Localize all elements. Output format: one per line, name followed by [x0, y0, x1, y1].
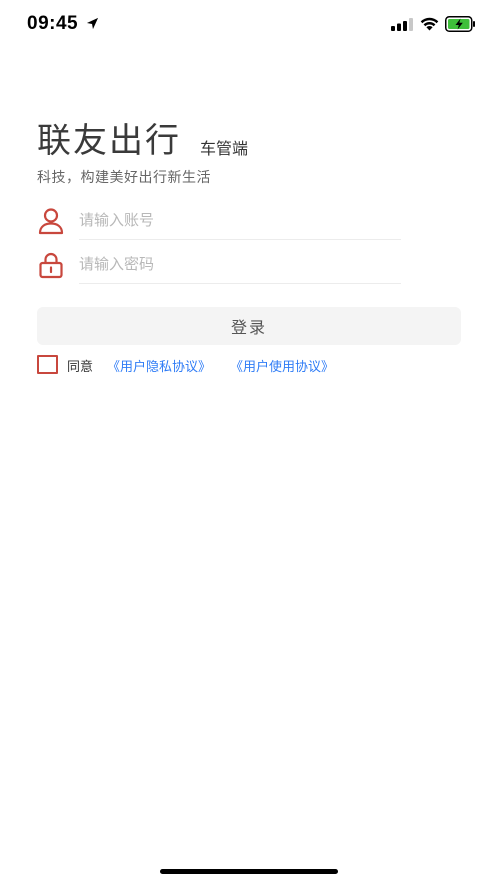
user-icon	[38, 208, 64, 235]
battery-charging-icon	[445, 16, 475, 32]
login-screen: 09:45 联友出行 车管端 科技，构建美好出行新生活 请输入账号 登录 同意 …	[0, 0, 497, 883]
status-bar: 09:45	[0, 0, 497, 48]
lock-icon	[39, 252, 63, 279]
password-input[interactable]	[79, 244, 401, 284]
app-subtitle: 车管端	[200, 139, 249, 158]
wifi-icon	[420, 17, 439, 31]
status-time: 09:45	[27, 13, 79, 34]
user-agreement-link[interactable]: 《用户使用协议》	[230, 356, 334, 375]
username-input[interactable]	[79, 200, 401, 240]
privacy-agreement-link[interactable]: 《用户隐私协议》	[107, 356, 211, 375]
login-button[interactable]: 登录	[37, 307, 461, 345]
location-arrow-icon	[86, 17, 99, 30]
agreement-checkbox[interactable]	[37, 355, 58, 374]
signal-icon	[391, 18, 413, 31]
home-indicator[interactable]	[160, 869, 338, 874]
username-row	[37, 200, 401, 242]
agreement-row: 同意 《用户隐私协议》 《用户使用协议》	[37, 355, 457, 375]
app-slogan: 科技，构建美好出行新生活	[37, 170, 211, 186]
app-title: 联友出行	[37, 121, 181, 161]
agreement-prefix: 同意	[67, 360, 94, 375]
password-row	[37, 244, 401, 286]
